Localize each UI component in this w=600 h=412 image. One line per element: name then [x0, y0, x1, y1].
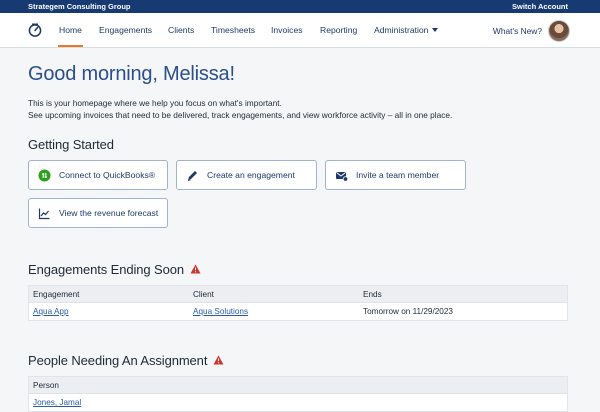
intro-text: This is your homepage where we help you … [28, 97, 568, 121]
people-needing-table: Person Jones, Jamal [28, 376, 568, 412]
engagements-ending-heading: Engagements Ending Soon [28, 262, 201, 277]
whats-new-link[interactable]: What's New? [493, 26, 542, 36]
getting-started-heading: Getting Started [28, 137, 114, 152]
invite-team-member-button[interactable]: Invite a team member [325, 160, 466, 190]
nav-active-indicator [58, 45, 83, 47]
intro-line-2: See upcoming invoices that need to be de… [28, 110, 453, 120]
people-needing-title: People Needing An Assignment [28, 353, 208, 368]
people-needing-heading: People Needing An Assignment [28, 353, 224, 368]
page-title: Good morning, Melissa! [28, 63, 235, 85]
create-engagement-label: Create an engagement [207, 170, 295, 180]
column-header-person: Person [33, 381, 59, 390]
chart-icon [38, 208, 50, 220]
client-link[interactable]: Aqua Solutions [193, 307, 248, 316]
mail-icon [336, 172, 348, 182]
table-row: Aqua App Aqua Solutions Tomorrow on 11/2… [29, 303, 567, 320]
nav-administration-label: Administration [374, 25, 429, 35]
create-engagement-button[interactable]: Create an engagement [176, 160, 317, 190]
avatar[interactable] [548, 20, 570, 42]
nav-clients[interactable]: Clients [168, 25, 194, 35]
invite-team-member-label: Invite a team member [356, 170, 440, 180]
main-navigation: Home Engagements Clients Timesheets Invo… [0, 13, 600, 48]
switch-account-link[interactable]: Switch Account [512, 2, 568, 11]
table-row: Jones, Jamal [29, 394, 567, 411]
column-header-engagement: Engagement [33, 290, 80, 299]
pencil-icon [187, 171, 197, 181]
engagements-ending-title: Engagements Ending Soon [28, 262, 184, 277]
top-bar: Strategem Consulting Group Switch Accoun… [0, 0, 600, 13]
organization-name: Strategem Consulting Group [28, 2, 131, 11]
nav-administration[interactable]: Administration [374, 25, 439, 35]
person-link[interactable]: Jones, Jamal [33, 398, 81, 407]
table-header: Person [29, 377, 567, 394]
column-header-ends: Ends [363, 290, 382, 299]
nav-home[interactable]: Home [59, 25, 82, 35]
view-revenue-forecast-button[interactable]: View the revenue forecast [28, 198, 168, 228]
ends-date: Tomorrow on 11/29/2023 [363, 307, 453, 316]
chevron-down-icon [432, 28, 439, 32]
connect-quickbooks-button[interactable]: Connect to QuickBooks® [28, 160, 168, 190]
intro-line-1: This is your homepage where we help you … [28, 98, 282, 108]
connect-quickbooks-label: Connect to QuickBooks® [59, 170, 156, 180]
engagement-link[interactable]: Aqua App [33, 307, 69, 316]
engagements-ending-table: Engagement Client Ends Aqua App Aqua Sol… [28, 285, 568, 321]
view-revenue-forecast-label: View the revenue forecast [59, 208, 159, 218]
warning-icon [190, 264, 201, 274]
nav-invoices[interactable]: Invoices [271, 25, 303, 35]
nav-reporting[interactable]: Reporting [320, 25, 357, 35]
table-header: Engagement Client Ends [29, 286, 567, 303]
logo-icon[interactable] [28, 23, 42, 37]
nav-timesheets[interactable]: Timesheets [211, 25, 255, 35]
nav-engagements[interactable]: Engagements [99, 25, 152, 35]
warning-icon [213, 355, 224, 365]
column-header-client: Client [193, 290, 214, 299]
quickbooks-icon [38, 169, 51, 182]
